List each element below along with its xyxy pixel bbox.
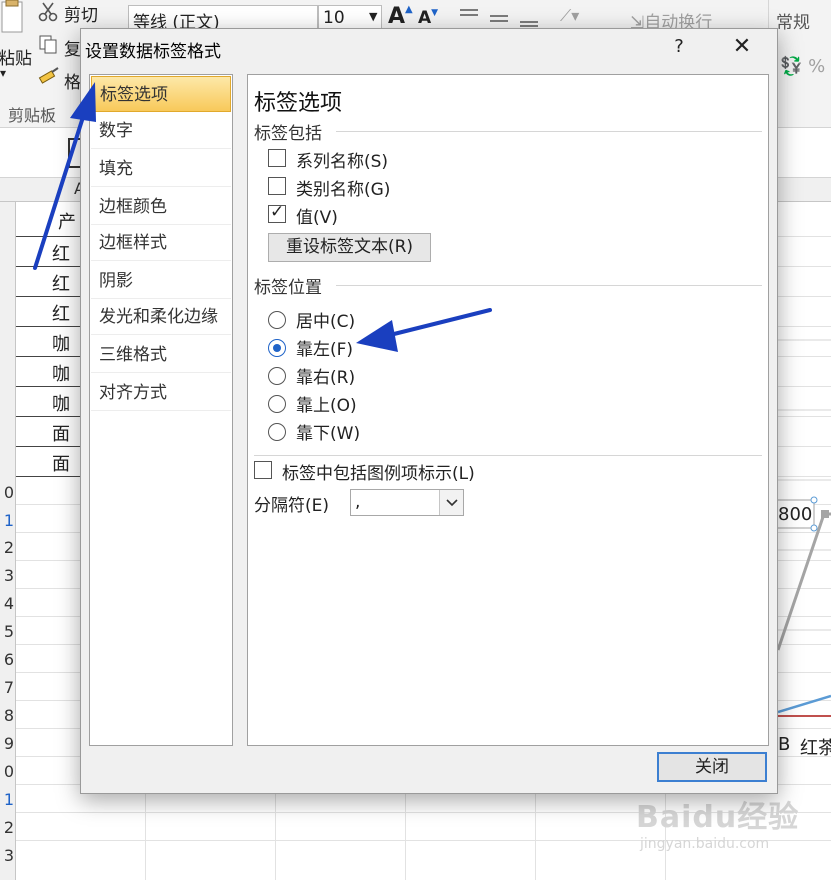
arrow-to-left-option [356, 308, 492, 352]
annotation-arrows [33, 82, 492, 352]
arrow-to-label-options [33, 82, 96, 270]
